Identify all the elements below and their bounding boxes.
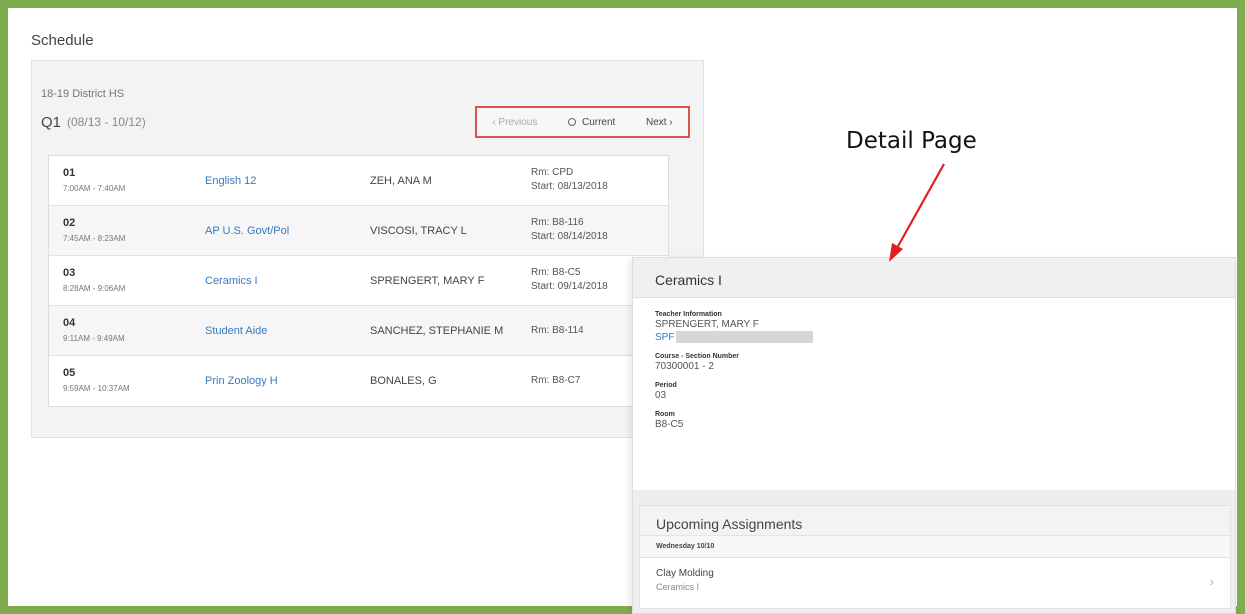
period-number: 02 [63, 217, 76, 229]
period-number: 01 [63, 167, 76, 179]
period-value: 03 [655, 390, 667, 401]
current-label: Current [581, 116, 616, 128]
teacher-name: SANCHEZ, STEPHANIE M [370, 325, 504, 337]
term-navigation: ‹ Previous Current Next › [475, 106, 690, 138]
period-field: Period 03 [655, 382, 1235, 401]
start-date: Start: 09/14/2018 [531, 281, 608, 292]
course-link[interactable]: English 12 [205, 175, 256, 187]
room-number: Rm: B8-C7 [531, 375, 581, 386]
schedule-panel: 18-19 District HS Q1 (08/13 - 10/12) ‹ P… [31, 60, 704, 438]
room-number: Rm: B8-116 [531, 217, 584, 228]
room-field: Room B8-C5 [655, 411, 1235, 430]
course-link[interactable]: Ceramics I [205, 275, 258, 287]
start-date: Start: 08/13/2018 [531, 181, 608, 192]
room-info: Rm: B8-114 [531, 324, 584, 338]
period-number: 05 [63, 367, 76, 379]
room-info: Rm: CPD Start: 08/13/2018 [531, 166, 608, 194]
period-time: 9:59AM - 10:37AM [63, 384, 130, 393]
section-field: Course - Section Number 70300001 - 2 [655, 353, 1235, 372]
period-time: 7:45AM - 8:23AM [63, 234, 126, 243]
period-time: 8:28AM - 9:06AM [63, 284, 126, 293]
room-info: Rm: B8-C7 [531, 374, 580, 388]
teacher-name: VISCOSI, TRACY L [370, 225, 467, 237]
assignment-item[interactable]: Clay Molding Ceramics I › [640, 558, 1230, 608]
term-row: Q1 (08/13 - 10/12) ‹ Previous Current Ne… [41, 106, 696, 138]
teacher-name: SPRENGERT, MARY F [655, 319, 759, 330]
teacher-name: SPRENGERT, MARY F [370, 275, 485, 287]
detail-body: Teacher Information SPRENGERT, MARY F SP… [633, 298, 1235, 490]
table-row: 01 7:00AM - 7:40AM English 12 ZEH, ANA M… [49, 156, 668, 206]
period-time: 9:11AM - 9:49AM [63, 334, 125, 343]
assignment-course: Ceramics I [656, 582, 700, 592]
teacher-name: ZEH, ANA M [370, 175, 432, 187]
table-row: 05 9:59AM - 10:37AM Prin Zoology H BONAL… [49, 356, 668, 406]
period-label: Period [655, 382, 677, 389]
period-number: 03 [63, 267, 76, 279]
district-label: 18-19 District HS [41, 88, 125, 100]
course-link[interactable]: Prin Zoology H [205, 375, 278, 387]
previous-button[interactable]: ‹ Previous [492, 117, 537, 128]
chevron-right-icon: › [1209, 574, 1214, 589]
annotation-label: Detail Page [846, 128, 977, 154]
teacher-name: BONALES, G [370, 375, 437, 387]
room-number: Rm: B8-C5 [531, 267, 581, 278]
schedule-table: 01 7:00AM - 7:40AM English 12 ZEH, ANA M… [48, 155, 669, 407]
table-row: 04 9:11AM - 9:49AM Student Aide SANCHEZ,… [49, 306, 668, 356]
room-label: Room [655, 411, 675, 418]
section-label: Course - Section Number [655, 353, 740, 360]
room-number: Rm: CPD [531, 167, 574, 178]
redacted-block [676, 331, 814, 343]
period-time: 7:00AM - 7:40AM [63, 184, 126, 193]
table-row: 02 7:45AM - 8:23AM AP U.S. Govt/Pol VISC… [49, 206, 668, 256]
table-row: 03 8:28AM - 9:06AM Ceramics I SPRENGERT,… [49, 256, 668, 306]
circle-icon [567, 118, 576, 126]
page-title: Schedule [31, 32, 94, 49]
start-date: Start: 08/14/2018 [531, 231, 608, 242]
teacher-email-link[interactable]: SPF [655, 331, 1235, 343]
term-dates: (08/13 - 10/12) [67, 115, 146, 129]
detail-panel: Ceramics I Teacher Information SPRENGERT… [632, 257, 1236, 614]
course-link[interactable]: Student Aide [205, 325, 267, 337]
detail-title: Ceramics I [633, 258, 1235, 298]
current-button[interactable]: Current [567, 116, 616, 128]
teacher-label: Teacher Information [655, 311, 722, 318]
course-link[interactable]: AP U.S. Govt/Pol [205, 225, 289, 237]
next-button[interactable]: Next › [646, 117, 673, 128]
room-info: Rm: B8-116 Start: 08/14/2018 [531, 216, 608, 244]
upcoming-assignments: Upcoming Assignments Wednesday 10/10 Cla… [639, 505, 1231, 609]
period-number: 04 [63, 317, 76, 329]
room-info: Rm: B8-C5 Start: 09/14/2018 [531, 266, 608, 294]
assignment-name: Clay Molding [656, 568, 714, 579]
teacher-field: Teacher Information SPRENGERT, MARY F SP… [655, 311, 1235, 343]
assignments-title: Upcoming Assignments [640, 506, 1230, 536]
room-value: B8-C5 [655, 419, 684, 430]
section-value: 70300001 - 2 [655, 361, 714, 372]
assignment-day: Wednesday 10/10 [640, 536, 1230, 558]
room-number: Rm: B8-114 [531, 325, 584, 336]
term-label: Q1 [41, 113, 62, 131]
screenshot-frame: Schedule 18-19 District HS Q1 (08/13 - 1… [8, 8, 1237, 614]
teacher-email-text: SPF [655, 331, 675, 343]
